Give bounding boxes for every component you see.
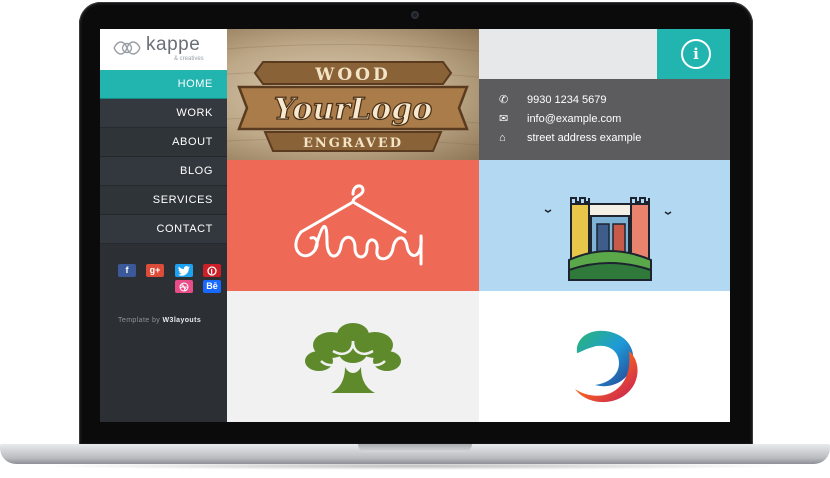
swirl-logo-image: [575, 330, 638, 403]
sidebar: kappe & creatives HOME WORK ABOUT BLOG S…: [100, 29, 227, 422]
svg-text:closet: closet: [352, 283, 355, 286]
google-plus-icon[interactable]: g+: [146, 264, 164, 277]
home-icon: ⌂: [499, 132, 506, 144]
facebook-icon[interactable]: f: [118, 264, 136, 277]
logo-tagline: & creatives: [174, 56, 204, 62]
contact-panel: ✆ 9930 1234 5679 ✉ info@example.com ⌂ stree…: [479, 79, 730, 160]
contact-phone-row: ✆ 9930 1234 5679: [499, 93, 607, 107]
pinterest-glyph-icon: [207, 265, 217, 276]
credit-prefix: Template by: [118, 317, 161, 324]
main-nav: HOME WORK ABOUT BLOG SERVICES CONTACT: [100, 70, 227, 244]
info-button[interactable]: i: [657, 29, 730, 79]
contact-address-row: ⌂ street address example: [499, 131, 641, 145]
portfolio-tile-castle[interactable]: [479, 160, 730, 291]
dribbble-ball-icon: [179, 282, 189, 291]
contact-email[interactable]: info@example.com: [527, 113, 621, 125]
logo[interactable]: kappe & creatives: [100, 29, 227, 70]
dribbble-icon[interactable]: [175, 280, 193, 293]
twitter-icon[interactable]: [175, 264, 193, 277]
svg-text:YourLogo: YourLogo: [274, 92, 433, 127]
svg-text:WOOD: WOOD: [314, 65, 390, 85]
svg-text:ENGRAVED: ENGRAVED: [303, 136, 403, 151]
footer-credit: Template by W3layouts: [118, 317, 201, 324]
castle-illustration-image: [544, 197, 672, 281]
phone-icon: ✆: [499, 94, 509, 106]
contact-email-row: ✉ info@example.com: [499, 112, 621, 126]
portfolio-tile-closet[interactable]: closet: [227, 160, 479, 291]
behance-icon[interactable]: Bē: [203, 280, 221, 293]
logo-text: kappe: [146, 34, 201, 55]
portfolio-tile-wood-logo[interactable]: WOOD YourLogo ENGRAVED: [227, 29, 479, 160]
tree-logo-image: [305, 323, 401, 393]
contact-address: street address example: [527, 132, 642, 144]
contact-tile: i ✆ 9930 1234 5679 ✉ info@example.com ⌂ str…: [479, 29, 730, 160]
portfolio-tile-swirl[interactable]: [479, 291, 730, 422]
nav-item-contact[interactable]: CONTACT: [100, 215, 227, 244]
envelope-icon: ✉: [499, 113, 509, 125]
info-icon: i: [681, 39, 711, 69]
nav-item-services[interactable]: SERVICES: [100, 186, 227, 215]
nav-item-blog[interactable]: BLOG: [100, 157, 227, 186]
twitter-bird-icon: [178, 266, 190, 276]
pinterest-icon[interactable]: [203, 264, 221, 277]
laptop-notch: [358, 444, 472, 452]
nav-item-work[interactable]: WORK: [100, 99, 227, 128]
logo-knot-icon: [113, 41, 141, 55]
portfolio-tile-tree[interactable]: [227, 291, 479, 422]
nav-item-about[interactable]: ABOUT: [100, 128, 227, 157]
wood-engraved-logo-image: WOOD YourLogo ENGRAVED: [227, 43, 479, 152]
camera-icon: [411, 11, 419, 19]
screen: kappe & creatives HOME WORK ABOUT BLOG S…: [100, 29, 730, 422]
closet-hanger-logo-image: closet: [294, 184, 423, 286]
nav-item-home[interactable]: HOME: [100, 70, 227, 99]
credit-author-link[interactable]: W3layouts: [163, 317, 202, 324]
contact-phone: 9930 1234 5679: [527, 94, 607, 106]
